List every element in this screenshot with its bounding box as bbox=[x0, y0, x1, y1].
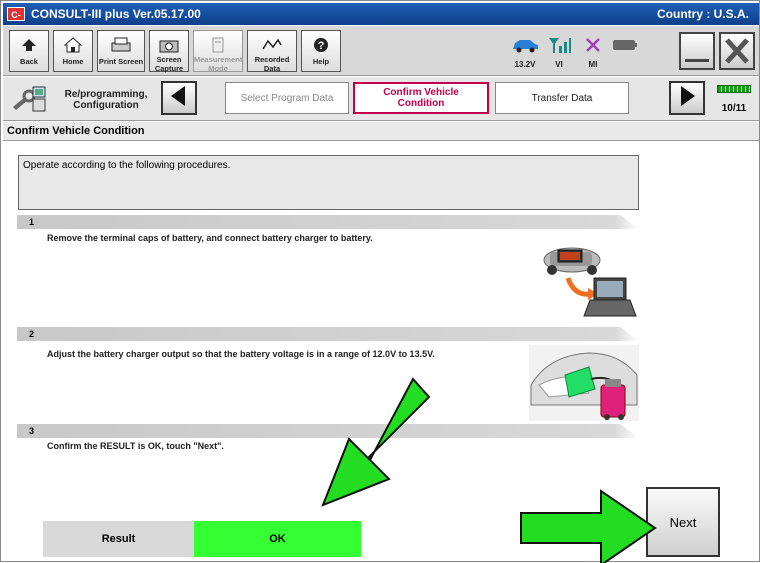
measurement-mode-button[interactable]: Measurement Mode bbox=[193, 30, 243, 73]
app-title: CONSULT-III plus Ver.05.17.00 bbox=[31, 7, 201, 21]
next-step-button[interactable] bbox=[669, 81, 705, 115]
close-icon bbox=[721, 34, 753, 68]
wrench-computer-icon bbox=[11, 85, 47, 113]
minimize-icon bbox=[685, 59, 709, 62]
step-transfer-data: Transfer Data bbox=[495, 82, 629, 114]
battery-charger-laptop-image bbox=[542, 238, 638, 323]
app-window: C-III CONSULT-III plus Ver.05.17.00 Coun… bbox=[0, 0, 760, 563]
step-2-header: 2 bbox=[17, 327, 639, 341]
car-icon bbox=[509, 34, 541, 56]
navigation-bar: Re/programming, Configuration Select Pro… bbox=[3, 77, 759, 121]
left-arrow-icon bbox=[169, 85, 189, 112]
country-label: Country : U.S.A. bbox=[657, 7, 749, 21]
right-arrow-icon bbox=[677, 85, 697, 112]
step-3-header: 3 bbox=[17, 424, 639, 438]
progress-bar bbox=[717, 85, 751, 93]
result-value: OK bbox=[194, 521, 361, 557]
help-button[interactable]: ? Help bbox=[301, 30, 341, 72]
step-select-program-data: Select Program Data bbox=[225, 82, 349, 114]
vi-status: VI bbox=[543, 30, 575, 72]
home-icon bbox=[54, 35, 92, 55]
back-arrow-icon bbox=[10, 35, 48, 55]
svg-text:?: ? bbox=[318, 40, 325, 52]
instruction-message: Operate according to the following proce… bbox=[18, 155, 639, 210]
signal-icon bbox=[543, 34, 575, 56]
page-indicator: 10/11 bbox=[713, 81, 755, 117]
printer-icon bbox=[98, 35, 144, 55]
title-bar: C-III CONSULT-III plus Ver.05.17.00 Coun… bbox=[3, 3, 759, 34]
step-2-text: Adjust the battery charger output so tha… bbox=[47, 349, 435, 359]
previous-step-button[interactable] bbox=[161, 81, 197, 115]
camera-icon bbox=[150, 35, 188, 55]
screen-capture-button[interactable]: Screen Capture bbox=[149, 30, 189, 73]
step-1-header: 1 bbox=[17, 215, 639, 229]
result-label: Result bbox=[43, 521, 194, 557]
back-button[interactable]: Back bbox=[9, 30, 49, 72]
home-button[interactable]: Home bbox=[53, 30, 93, 72]
step-3-text: Confirm the RESULT is OK, touch "Next". bbox=[47, 441, 224, 451]
vehicle-voltage-status: 13.2V bbox=[509, 30, 541, 72]
reprogramming-configuration-label: Re/programming, Configuration bbox=[9, 81, 159, 117]
help-icon: ? bbox=[302, 35, 340, 55]
print-screen-button[interactable]: Print Screen bbox=[97, 30, 145, 72]
battery-icon bbox=[609, 34, 641, 56]
right-arrow-annotation bbox=[520, 489, 657, 563]
measurement-icon bbox=[194, 35, 242, 55]
down-left-arrow-annotation bbox=[321, 377, 431, 507]
recorded-data-button[interactable]: Recorded Data bbox=[247, 30, 297, 73]
step-1-text: Remove the terminal caps of battery, and… bbox=[47, 233, 373, 243]
close-button[interactable] bbox=[719, 32, 755, 70]
page-title: Confirm Vehicle Condition bbox=[3, 122, 759, 141]
battery-charger-engine-image bbox=[529, 345, 639, 426]
app-logo: C-III bbox=[7, 7, 25, 34]
disconnected-x-icon bbox=[577, 34, 609, 56]
toolbar: Back Home Print Screen Screen Capture Me… bbox=[3, 26, 759, 76]
battery-status bbox=[609, 30, 641, 72]
step-confirm-vehicle-condition: Confirm Vehicle Condition bbox=[353, 82, 489, 114]
recorded-data-icon bbox=[248, 35, 296, 55]
mi-status: MI bbox=[577, 30, 609, 72]
minimize-button[interactable] bbox=[679, 32, 715, 70]
next-button[interactable]: Next bbox=[646, 487, 720, 557]
